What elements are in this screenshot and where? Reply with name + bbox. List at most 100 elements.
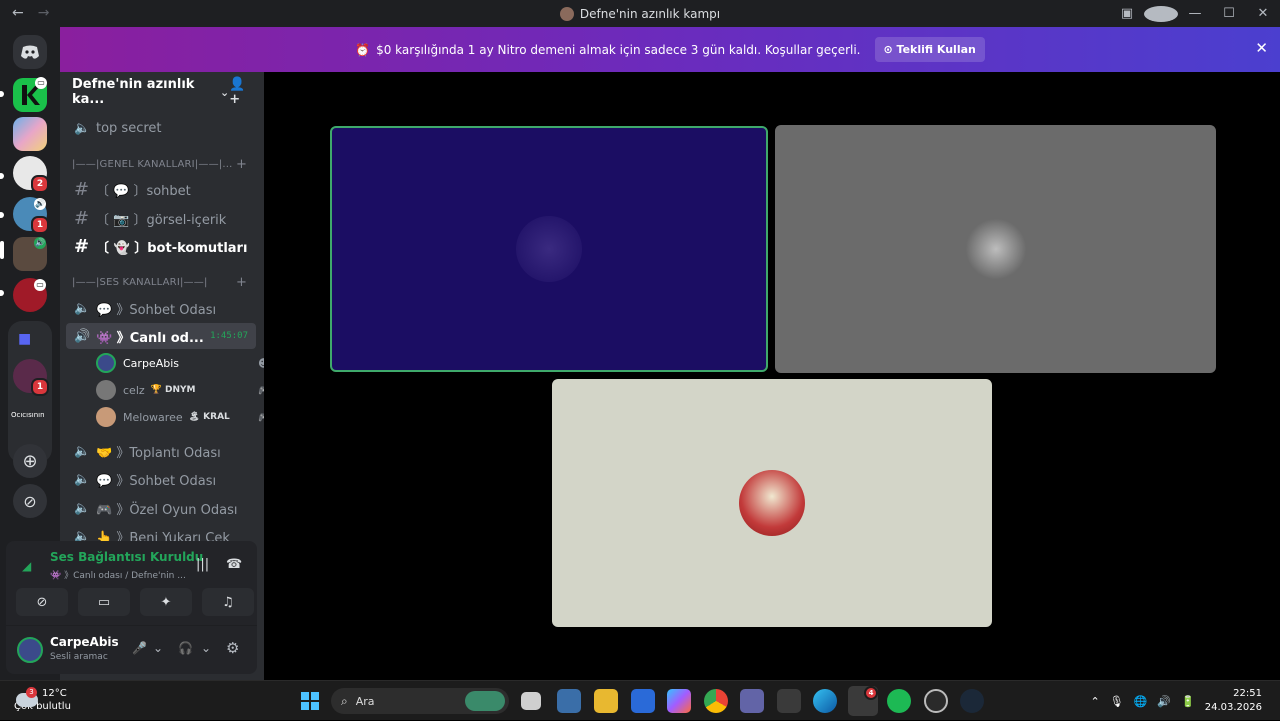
folder-server-name[interactable]: Ocıcısının bbox=[11, 411, 45, 419]
volume-icon[interactable]: 🔊 bbox=[1157, 695, 1171, 708]
soundboard-button[interactable]: ♫ bbox=[202, 588, 254, 616]
maximize-button[interactable]: ☐ bbox=[1212, 6, 1246, 21]
chevron-down-icon[interactable]: ⌄ bbox=[153, 641, 163, 655]
voice-channel-ozel-oyun[interactable]: 🔈 🎮 》Özel Oyun Odası bbox=[74, 496, 238, 520]
alarm-icon: ⏰ bbox=[355, 42, 371, 57]
participant-avatar bbox=[516, 216, 582, 282]
signal-icon: ◢ bbox=[22, 559, 32, 573]
discord-home-icon[interactable] bbox=[13, 35, 47, 69]
claim-offer-button[interactable]: ⊙ Teklifi Kullan bbox=[874, 37, 985, 62]
voice-channel-toplanti[interactable]: 🔈 🤝 》Toplantı Odası bbox=[74, 439, 221, 463]
activities-button[interactable]: ✦ bbox=[140, 588, 192, 616]
voice-channel-sohbet-1[interactable]: 🔈 💬 》Sohbet Odası bbox=[74, 296, 216, 320]
app-icon[interactable] bbox=[924, 689, 948, 713]
video-tile-celz[interactable] bbox=[775, 125, 1216, 373]
nav-arrows: ← → bbox=[12, 5, 49, 21]
spotify-icon[interactable] bbox=[887, 689, 911, 713]
user-name[interactable]: CarpeAbis bbox=[50, 635, 119, 649]
noise-suppression-icon[interactable]: ||| bbox=[196, 557, 209, 572]
channel-gorsel-icerik[interactable]: # 〔 📷 〕görsel-içerik bbox=[74, 206, 226, 230]
screen-share-button[interactable]: ▭ bbox=[78, 588, 130, 616]
channel-sohbet[interactable]: # 〔 💬 〕sohbet bbox=[74, 177, 191, 201]
forward-arrow-icon[interactable]: → bbox=[38, 5, 50, 21]
steam-icon[interactable] bbox=[960, 689, 984, 713]
start-tile bbox=[311, 702, 319, 710]
help-icon[interactable]: ? bbox=[1144, 5, 1178, 22]
copilot-icon[interactable] bbox=[667, 689, 691, 713]
app-icon[interactable] bbox=[631, 689, 655, 713]
clock[interactable]: 22:51 24.03.2026 bbox=[1205, 687, 1262, 715]
gamepad-icon: 🎮 bbox=[258, 411, 264, 424]
invite-people-icon[interactable]: 👤+ bbox=[229, 77, 252, 107]
voice-status[interactable]: Ses Bağlantısı Kuruldu bbox=[50, 550, 203, 564]
participant-avatar bbox=[964, 219, 1027, 279]
voice-member[interactable]: CarpeAbis ☻ bbox=[96, 352, 264, 374]
member-name: Melowaree bbox=[123, 410, 183, 424]
camera-off-button[interactable]: ⊘ bbox=[16, 588, 68, 616]
channel-bot-komutlari[interactable]: # 〔 👻 〕bot-komutları bbox=[74, 234, 247, 258]
inbox-icon[interactable]: ▣ bbox=[1110, 6, 1144, 21]
unread-pill bbox=[0, 173, 4, 179]
weather-widget[interactable]: 3 12°C Çok bulutlu bbox=[14, 687, 71, 713]
chevron-up-icon[interactable]: ⌃ bbox=[1090, 695, 1099, 708]
hash-icon: # bbox=[74, 178, 90, 200]
disconnect-icon[interactable]: ☎ bbox=[226, 557, 242, 572]
close-banner-icon[interactable]: ✕ bbox=[1255, 39, 1268, 57]
member-name: celz bbox=[123, 383, 145, 397]
channel-top-secret[interactable]: 🔈 top secret bbox=[74, 116, 162, 140]
window-controls: ▣ ? — ☐ ✕ bbox=[1110, 0, 1280, 27]
chevron-down-icon[interactable]: ⌄ bbox=[201, 641, 211, 655]
add-channel-icon[interactable]: + bbox=[236, 275, 247, 290]
discover-icon[interactable]: ⊘ bbox=[13, 484, 47, 518]
video-tile-carpeabis[interactable] bbox=[330, 126, 768, 372]
taskbar-search[interactable]: ⌕ Ara bbox=[331, 688, 509, 714]
category-ses[interactable]: |——|SES KANALLARI|——| + bbox=[72, 275, 247, 290]
server-header[interactable]: Defne'nin azınlık ka... ⌄ 👤+ bbox=[60, 72, 264, 112]
mic-tray-icon[interactable]: 🎙 bbox=[1110, 695, 1124, 708]
microphone-icon[interactable]: 🎤 bbox=[132, 641, 147, 655]
channel-label: 🤝 》Toplantı Odası bbox=[96, 445, 221, 461]
edge-icon[interactable] bbox=[813, 689, 837, 713]
speaker-icon: 🔈 bbox=[74, 300, 91, 316]
settings-gear-icon[interactable]: ⚙ bbox=[226, 639, 239, 657]
screen-share-icon: ▭ bbox=[34, 279, 46, 291]
speaker-icon: 🔊 bbox=[34, 198, 46, 210]
chrome-icon[interactable] bbox=[704, 689, 728, 713]
headphones-icon[interactable]: 🎧 bbox=[178, 641, 193, 655]
voice-channel-canli[interactable]: 🔊 👾 》Canlı od... 1:45:07 bbox=[66, 323, 256, 349]
server-name: Defne'nin azınlık ka... bbox=[72, 77, 195, 107]
voice-channel-path[interactable]: 👾 》Canlı odası / Defne'nin ... bbox=[50, 568, 186, 581]
server-folder[interactable]: ■ 1 Ocıcısının bbox=[8, 321, 52, 463]
back-arrow-icon[interactable]: ← bbox=[12, 5, 24, 21]
battery-icon[interactable]: 🔋 bbox=[1181, 695, 1195, 708]
file-explorer-icon[interactable] bbox=[594, 689, 618, 713]
store-icon[interactable] bbox=[557, 689, 581, 713]
hash-icon: # bbox=[74, 235, 90, 257]
unread-pill bbox=[0, 91, 4, 97]
channel-label: 👾 》Canlı od... bbox=[96, 330, 204, 346]
selected-pill bbox=[0, 241, 4, 259]
member-tag: 🏝 KRAL bbox=[188, 412, 230, 422]
server-icon-anime[interactable] bbox=[13, 117, 47, 151]
user-avatar[interactable] bbox=[17, 637, 43, 663]
task-view-icon[interactable] bbox=[521, 692, 541, 710]
nitro-text: $0 karşılığında 1 ay Nitro demeni almak … bbox=[376, 42, 861, 57]
video-tile-melowaree[interactable] bbox=[552, 379, 992, 627]
globe-icon[interactable]: 🌐 bbox=[1134, 695, 1148, 708]
member-tag: 🏆 DNYM bbox=[150, 385, 196, 395]
minimize-button[interactable]: — bbox=[1178, 6, 1212, 21]
voice-member[interactable]: celz 🏆 DNYM 🎮 bbox=[96, 379, 264, 401]
participant-avatar bbox=[739, 470, 805, 536]
voice-channel-sohbet-2[interactable]: 🔈 💬 》Sohbet Odası bbox=[74, 467, 216, 491]
add-server-icon[interactable]: ⊕ bbox=[13, 444, 47, 478]
channel-label: 🎮 》Özel Oyun Odası bbox=[96, 502, 238, 518]
voice-member[interactable]: Melowaree 🏝 KRAL 🎮 bbox=[96, 406, 264, 428]
add-channel-icon[interactable]: + bbox=[236, 157, 247, 172]
close-button[interactable]: ✕ bbox=[1246, 6, 1280, 21]
avatar bbox=[96, 380, 116, 400]
start-tile bbox=[301, 702, 309, 710]
start-button[interactable] bbox=[298, 689, 322, 713]
teams-icon[interactable] bbox=[740, 689, 764, 713]
app-icon[interactable] bbox=[777, 689, 801, 713]
category-genel[interactable]: |——|GENEL KANALLARI|——|... + bbox=[72, 157, 247, 172]
